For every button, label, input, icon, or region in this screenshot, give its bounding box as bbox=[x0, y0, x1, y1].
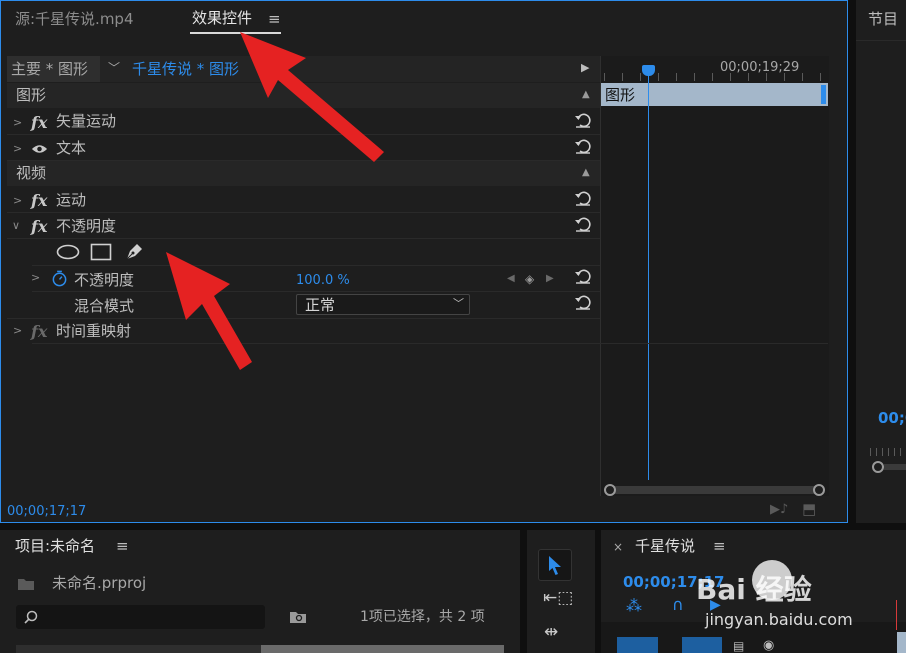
timeline-playhead-red bbox=[896, 600, 897, 630]
program-tab[interactable]: 节目 bbox=[868, 12, 898, 27]
reset-icon[interactable] bbox=[574, 139, 592, 155]
chevron-down-icon[interactable]: ﹀ bbox=[453, 298, 464, 309]
export-frame-icon[interactable]: ⬒ bbox=[802, 502, 816, 517]
chevron-right-icon[interactable]: > bbox=[13, 194, 22, 207]
annotation-arrow-top bbox=[240, 32, 384, 162]
pen-mask-icon[interactable] bbox=[124, 242, 144, 262]
time-remap-label: 时间重映射 bbox=[56, 322, 132, 340]
ruler-ticks bbox=[604, 73, 826, 81]
master-clip-label: 主要 * 图形 bbox=[11, 60, 89, 78]
search-icon bbox=[24, 610, 38, 624]
timeline-clip-bar[interactable] bbox=[601, 83, 828, 106]
eye-icon[interactable] bbox=[31, 143, 48, 155]
collapse-up-icon[interactable]: ▲ bbox=[582, 90, 590, 100]
program-divider bbox=[856, 40, 906, 41]
rectangle-mask-icon[interactable] bbox=[90, 243, 112, 261]
chevron-down-icon[interactable]: ∨ bbox=[12, 219, 20, 232]
motion-label: 运动 bbox=[56, 191, 87, 209]
effects-control-tab[interactable]: 效果控件 bbox=[192, 11, 252, 26]
sequence-menu-icon[interactable]: ≡ bbox=[713, 539, 726, 554]
track-select-icon[interactable]: ⇤⬚ bbox=[543, 590, 573, 607]
panel-menu-icon[interactable]: ≡ bbox=[268, 12, 281, 27]
opacity-param-label: 不透明度 bbox=[74, 271, 135, 289]
project-title[interactable]: 项目:未命名 bbox=[15, 539, 95, 554]
playhead-line bbox=[648, 70, 649, 480]
collapse-up-icon[interactable]: ▲ bbox=[582, 168, 590, 178]
chevron-right-icon[interactable]: > bbox=[13, 116, 22, 129]
track-lock-icon[interactable]: ▤ bbox=[733, 640, 744, 652]
source-tab[interactable]: 源:千星传说.mp4 bbox=[15, 12, 134, 27]
chevron-down-icon[interactable]: ﹀ bbox=[108, 62, 120, 74]
blend-mode-label: 混合模式 bbox=[74, 297, 135, 315]
play-forward-icon[interactable]: ▶ bbox=[581, 62, 589, 73]
folder-icon bbox=[18, 579, 34, 590]
row-divider bbox=[32, 291, 600, 292]
reset-icon[interactable] bbox=[574, 295, 592, 311]
opacity-value[interactable]: 100.0 % bbox=[296, 274, 350, 287]
mini-timeline bbox=[600, 56, 829, 496]
previous-keyframe-icon[interactable]: ◀ bbox=[507, 274, 515, 284]
chevron-right-icon[interactable]: > bbox=[31, 271, 40, 284]
chevron-right-icon[interactable]: > bbox=[13, 142, 22, 155]
snap-magnet-icon[interactable]: ∩ bbox=[672, 597, 684, 613]
clip-selector[interactable]: 千星传说 * 图形 bbox=[132, 62, 239, 77]
blend-mode-value: 正常 bbox=[305, 296, 336, 314]
playhead-handle[interactable] bbox=[642, 65, 655, 76]
timeline-zoom-scrollbar[interactable] bbox=[610, 486, 820, 494]
fx-icon[interactable]: fx bbox=[31, 191, 47, 210]
video-section-label: 视频 bbox=[16, 164, 47, 182]
ripple-edit-icon[interactable]: ⇹ bbox=[544, 624, 558, 641]
nest-icon[interactable]: ⁂ bbox=[626, 598, 642, 614]
track-eye-icon[interactable]: ◉ bbox=[763, 639, 774, 652]
current-timecode[interactable]: 00;00;17;17 bbox=[7, 505, 86, 518]
program-ruler-ticks bbox=[870, 448, 906, 456]
scroll-right-handle[interactable] bbox=[813, 484, 825, 496]
reset-icon[interactable] bbox=[574, 217, 592, 233]
row-divider bbox=[7, 318, 600, 319]
text-layer-label: 文本 bbox=[56, 139, 87, 157]
track-target-v1[interactable] bbox=[617, 637, 658, 653]
project-search-input[interactable] bbox=[16, 605, 265, 629]
project-file-name: 未命名.prproj bbox=[52, 574, 147, 592]
reset-icon[interactable] bbox=[574, 113, 592, 129]
watermark-text: Bai 经验 bbox=[696, 573, 812, 606]
row-divider bbox=[32, 343, 828, 344]
stopwatch-icon[interactable] bbox=[51, 270, 68, 287]
fx-disabled-icon[interactable]: fx bbox=[31, 322, 47, 341]
graphics-section-label: 图形 bbox=[16, 86, 47, 104]
audio-only-icon[interactable]: ▶♪ bbox=[770, 503, 788, 516]
next-keyframe-icon[interactable]: ▶ bbox=[546, 274, 554, 284]
ellipse-mask-icon[interactable] bbox=[56, 244, 80, 260]
track-target-v2[interactable] bbox=[682, 637, 722, 653]
reset-icon[interactable] bbox=[574, 191, 592, 207]
row-divider bbox=[32, 265, 600, 266]
watermark-url: jingyan.baidu.com bbox=[705, 610, 853, 629]
reset-icon[interactable] bbox=[574, 269, 592, 285]
opacity-effect-label: 不透明度 bbox=[56, 217, 117, 235]
vector-motion-label: 矢量运动 bbox=[56, 112, 117, 130]
sequence-title[interactable]: 千星传说 bbox=[635, 539, 695, 554]
find-icon[interactable] bbox=[289, 610, 307, 624]
selection-arrow-icon bbox=[549, 556, 561, 575]
fx-icon[interactable]: fx bbox=[31, 113, 47, 132]
row-divider bbox=[7, 238, 600, 239]
timeline-clip-label: 图形 bbox=[605, 86, 636, 104]
fx-icon[interactable]: fx bbox=[31, 217, 47, 236]
selection-status: 1项已选择，共 2 项 bbox=[360, 609, 485, 625]
scroll-left-handle[interactable] bbox=[604, 484, 616, 496]
project-menu-icon[interactable]: ≡ bbox=[116, 539, 129, 554]
row-divider bbox=[7, 212, 600, 213]
program-scroll-track[interactable] bbox=[884, 464, 906, 470]
program-monitor-panel bbox=[856, 0, 906, 523]
chevron-right-icon[interactable]: > bbox=[13, 324, 22, 337]
annotation-arrow-middle bbox=[166, 252, 252, 370]
timeline-clip-edge bbox=[897, 632, 906, 653]
add-keyframe-icon[interactable]: ◈ bbox=[525, 273, 534, 285]
program-timecode[interactable]: 00;0 bbox=[878, 411, 906, 426]
project-list-header-right bbox=[261, 645, 504, 653]
clip-end-marker bbox=[821, 85, 826, 104]
program-scroll-handle[interactable] bbox=[872, 461, 884, 473]
close-icon[interactable]: × bbox=[613, 541, 623, 553]
